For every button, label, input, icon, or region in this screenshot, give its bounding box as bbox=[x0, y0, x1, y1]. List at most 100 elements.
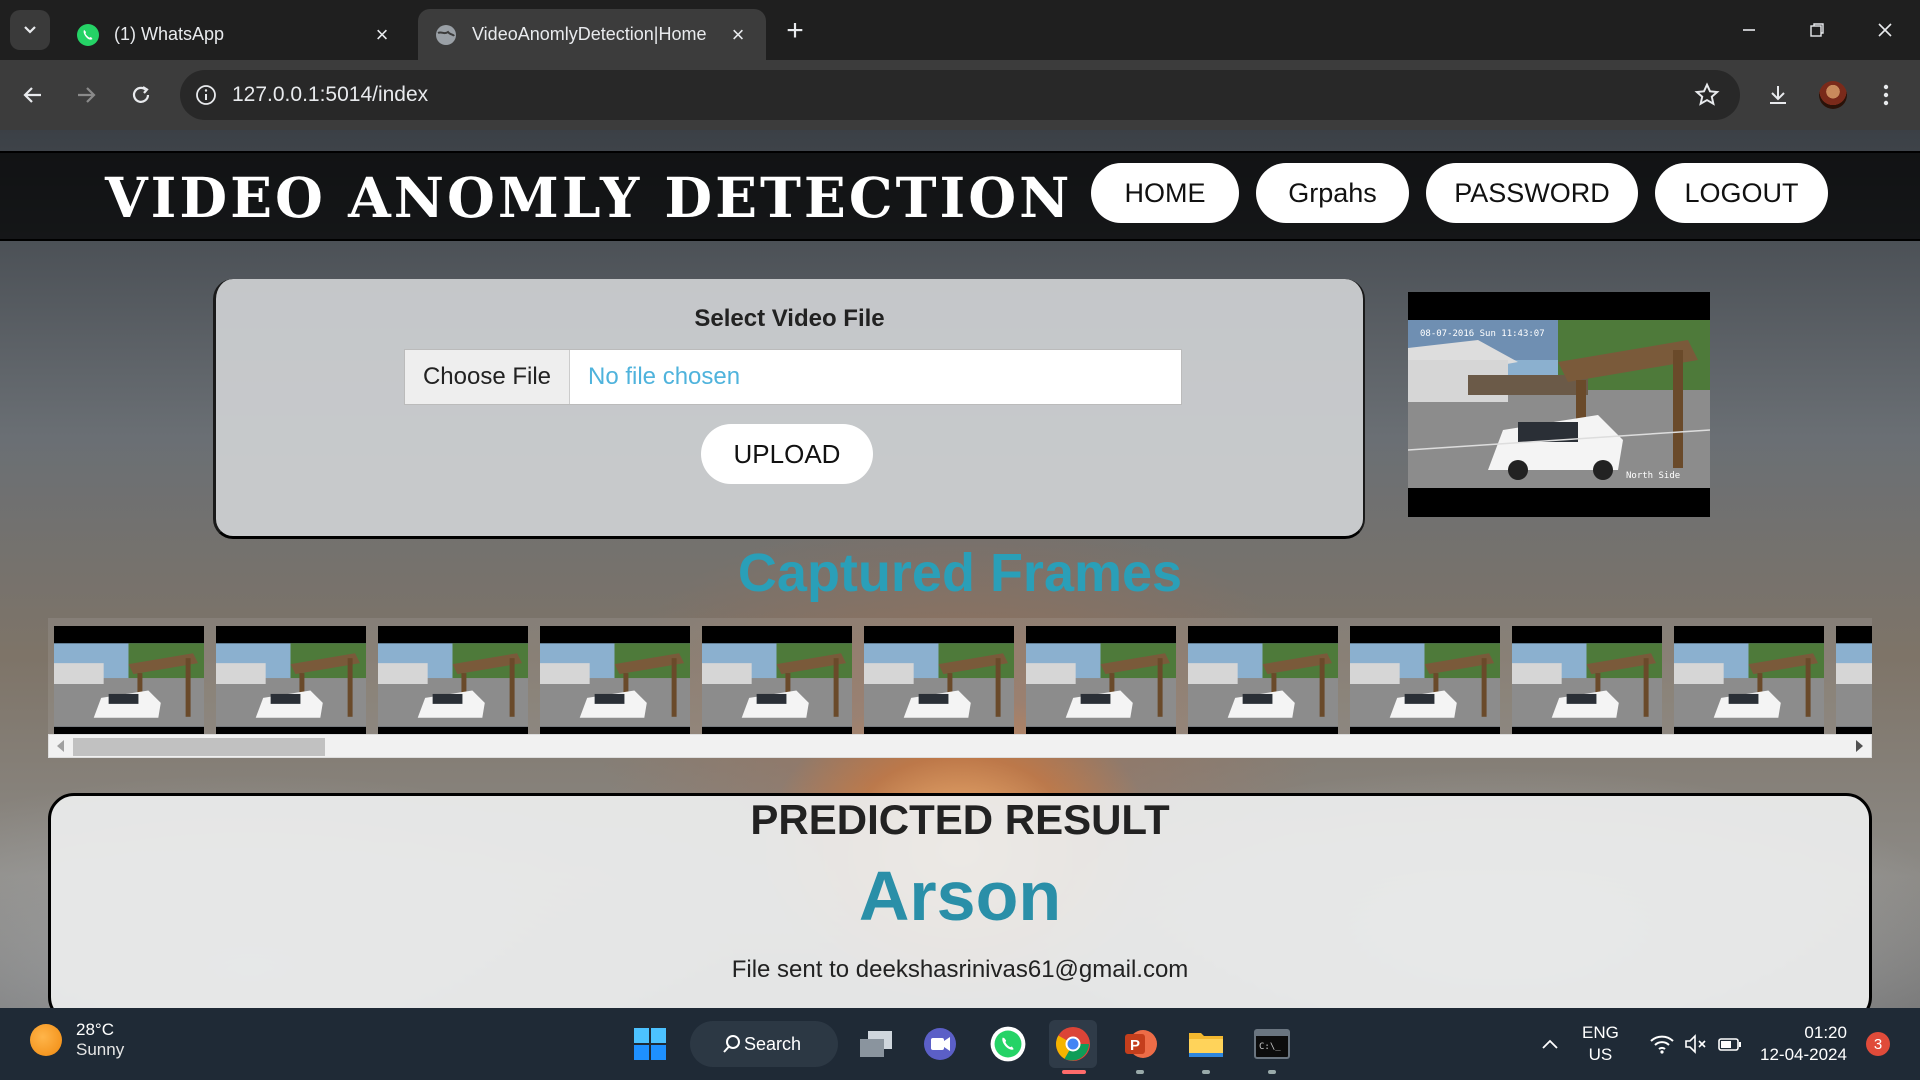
running-indicator bbox=[1268, 1070, 1276, 1074]
close-window-button[interactable] bbox=[1858, 8, 1912, 52]
nav-password-button[interactable]: PASSWORD bbox=[1426, 163, 1638, 223]
tab-search-button[interactable] bbox=[10, 10, 50, 50]
back-button[interactable] bbox=[13, 75, 53, 115]
task-view-icon bbox=[860, 1031, 892, 1057]
captured-frame bbox=[1026, 626, 1176, 738]
volume-muted-icon bbox=[1685, 1034, 1706, 1054]
captured-frame bbox=[1674, 626, 1824, 738]
nav-graphs-button[interactable]: Grpahs bbox=[1256, 163, 1409, 223]
frame-image bbox=[1512, 642, 1662, 728]
frame-image bbox=[1350, 642, 1500, 728]
scroll-right-arrow[interactable] bbox=[1856, 740, 1863, 752]
upload-panel: Select Video File Choose File No file ch… bbox=[213, 279, 1365, 539]
show-hidden-icons-button[interactable] bbox=[1526, 1020, 1574, 1068]
frame-image bbox=[702, 642, 852, 728]
input-language[interactable]: ENG US bbox=[1582, 1022, 1619, 1066]
file-explorer-button[interactable] bbox=[1182, 1020, 1230, 1068]
captured-frame bbox=[216, 626, 366, 738]
taskbar-clock[interactable]: 01:20 12-04-2024 bbox=[1760, 1022, 1847, 1066]
frame-image bbox=[1674, 642, 1824, 728]
task-view-button[interactable] bbox=[852, 1020, 900, 1068]
frame-image bbox=[54, 642, 204, 728]
frame-image bbox=[216, 642, 366, 728]
captured-frame bbox=[702, 626, 852, 738]
captured-frame bbox=[1188, 626, 1338, 738]
video-file-input[interactable]: Choose File No file chosen bbox=[404, 349, 1182, 405]
weather-widget[interactable]: 28°C Sunny bbox=[30, 1020, 124, 1060]
tab-whatsapp[interactable]: (1) WhatsApp × bbox=[60, 9, 410, 60]
folder-icon bbox=[1189, 1033, 1223, 1057]
teams-button[interactable] bbox=[916, 1020, 964, 1068]
browser-tabstrip: (1) WhatsApp × VideoAnomlyDetection|Home… bbox=[0, 0, 1920, 60]
system-tray-status[interactable] bbox=[1636, 1020, 1756, 1068]
weather-condition: Sunny bbox=[76, 1040, 125, 1059]
terminal-button[interactable]: C:\_ bbox=[1248, 1020, 1296, 1068]
globe-icon bbox=[436, 24, 456, 45]
reload-button[interactable] bbox=[121, 75, 161, 115]
captured-frame bbox=[1512, 626, 1662, 738]
clock-time: 01:20 bbox=[1804, 1023, 1847, 1042]
result-heading: PREDICTED RESULT bbox=[750, 796, 1170, 843]
browser-menu-button[interactable] bbox=[1866, 75, 1906, 115]
tab-title: (1) WhatsApp bbox=[114, 24, 225, 44]
address-bar[interactable]: 127.0.0.1:5014/index bbox=[180, 70, 1740, 120]
upload-button[interactable]: UPLOAD bbox=[701, 424, 873, 484]
choose-file-button[interactable]: Choose File bbox=[405, 350, 570, 404]
frames-scrollbar[interactable] bbox=[48, 734, 1872, 758]
whatsapp-icon bbox=[990, 1026, 1026, 1062]
captured-frame bbox=[864, 626, 1014, 738]
search-icon bbox=[723, 1035, 740, 1053]
arrow-left-icon bbox=[23, 87, 41, 103]
profile-button[interactable] bbox=[1813, 75, 1853, 115]
reload-icon bbox=[132, 86, 150, 103]
site-info-button[interactable] bbox=[180, 84, 232, 106]
video-timestamp: 08-07-2016 Sun 11:43:07 bbox=[1420, 329, 1545, 339]
minimize-button[interactable] bbox=[1722, 8, 1776, 52]
video-caption: North Side bbox=[1626, 471, 1680, 481]
weather-temp: 28°C bbox=[76, 1020, 114, 1039]
info-icon bbox=[196, 85, 216, 105]
search-label: Search bbox=[744, 1033, 802, 1054]
chrome-taskbar-button[interactable] bbox=[1049, 1020, 1097, 1068]
restore-button[interactable] bbox=[1790, 8, 1844, 52]
url-text: 127.0.0.1:5014/index bbox=[232, 83, 429, 106]
page-viewport: VIDEO ANOMLY DETECTION HOME Grpahs PASSW… bbox=[0, 130, 1920, 1008]
arrow-right-icon bbox=[78, 87, 96, 103]
new-tab-button[interactable]: + bbox=[778, 14, 812, 48]
download-icon bbox=[1770, 86, 1786, 104]
captured-frame bbox=[378, 626, 528, 738]
notification-badge[interactable]: 3 bbox=[1866, 1032, 1890, 1056]
svg-text:C:\_: C:\_ bbox=[1259, 1042, 1281, 1052]
downloads-button[interactable] bbox=[1758, 75, 1798, 115]
scroll-left-arrow[interactable] bbox=[57, 740, 64, 752]
chrome-icon bbox=[1056, 1027, 1090, 1061]
powerpoint-button[interactable]: P bbox=[1116, 1020, 1164, 1068]
upload-label: Select Video File bbox=[694, 305, 885, 332]
captured-frames-strip[interactable] bbox=[48, 618, 1872, 746]
running-indicator bbox=[1136, 1070, 1144, 1074]
captured-frame bbox=[1350, 626, 1500, 738]
nav-home-button[interactable]: HOME bbox=[1091, 163, 1239, 223]
scrollbar-thumb[interactable] bbox=[73, 738, 325, 756]
video-still-image: 08-07-2016 Sun 11:43:07 North Side bbox=[1408, 320, 1710, 488]
restore-icon bbox=[1810, 23, 1824, 37]
windows-logo-icon bbox=[634, 1028, 666, 1060]
whatsapp-taskbar-button[interactable] bbox=[984, 1020, 1032, 1068]
result-panel: PREDICTED RESULT Arson File sent to deek… bbox=[48, 793, 1872, 1008]
chevron-up-icon bbox=[1542, 1039, 1558, 1049]
close-tab-icon[interactable]: × bbox=[726, 22, 750, 47]
powerpoint-icon: P bbox=[1125, 1030, 1157, 1058]
video-preview[interactable]: 08-07-2016 Sun 11:43:07 North Side bbox=[1408, 292, 1710, 517]
tab-video-anomaly[interactable]: VideoAnomlyDetection|Home × bbox=[418, 9, 766, 60]
frame-image bbox=[540, 642, 690, 728]
file-status-text: No file chosen bbox=[588, 363, 741, 390]
start-button[interactable] bbox=[626, 1020, 674, 1068]
close-tab-icon[interactable]: × bbox=[370, 22, 394, 47]
nav-logout-button[interactable]: LOGOUT bbox=[1655, 163, 1828, 223]
minimize-icon bbox=[1743, 29, 1755, 31]
captured-frame bbox=[1836, 626, 1872, 738]
bookmark-star-icon[interactable] bbox=[1694, 82, 1720, 108]
forward-button[interactable] bbox=[66, 75, 106, 115]
avatar bbox=[1819, 81, 1847, 109]
taskbar-search[interactable]: Search bbox=[690, 1021, 838, 1067]
